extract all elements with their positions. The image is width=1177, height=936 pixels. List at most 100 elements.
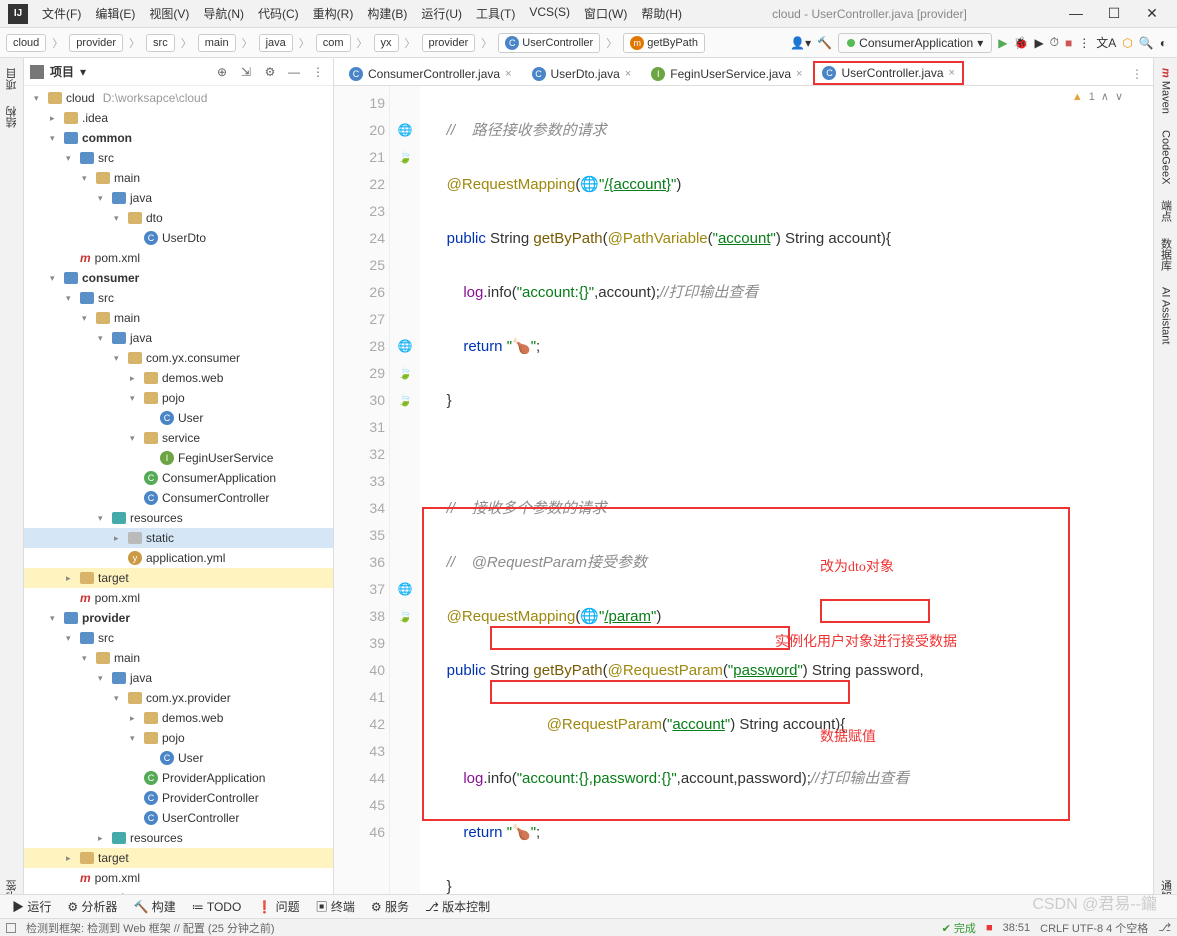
tree-node[interactable]: ▾src	[24, 148, 333, 168]
tree-node[interactable]: mpom.xml	[24, 868, 333, 888]
run-coverage-button[interactable]: ▶	[1034, 36, 1043, 50]
tree-node[interactable]: ▸target	[24, 568, 333, 588]
tree-node[interactable]: ▾src	[24, 628, 333, 648]
tree-node[interactable]: ▾cloudD:\worksapce\cloud	[24, 88, 333, 108]
bottom-tool-button[interactable]: ≔ TODO	[186, 898, 248, 916]
more-icon[interactable]: ⋮	[1078, 36, 1090, 50]
bottom-tool-button[interactable]: ❗ 问题	[251, 896, 305, 917]
tree-node[interactable]: ▸resources	[24, 828, 333, 848]
tree-node[interactable]: ▾main	[24, 168, 333, 188]
bottom-tool-button[interactable]: ▶ 运行	[6, 896, 57, 917]
tree-node[interactable]: ▾common	[24, 128, 333, 148]
more-icon[interactable]: ⋮	[309, 63, 327, 81]
settings-icon[interactable]: ⚙	[261, 63, 279, 81]
code-viewport[interactable]: 1920212223242526272829303132333435363738…	[334, 86, 1153, 908]
tree-node[interactable]: CProviderController	[24, 788, 333, 808]
left-tab-structure[interactable]: 结构	[2, 100, 22, 134]
breadcrumb-item[interactable]: java	[259, 34, 293, 52]
tree-node[interactable]: ▾java	[24, 328, 333, 348]
tab-close-icon[interactable]: ×	[625, 68, 631, 80]
right-tab-maven[interactable]: m Maven	[1158, 62, 1174, 120]
next-problem-icon[interactable]: ∨	[1115, 90, 1123, 103]
prev-problem-icon[interactable]: ∧	[1101, 90, 1109, 103]
tree-node[interactable]: mpom.xml	[24, 588, 333, 608]
breadcrumb-item[interactable]: main	[198, 34, 236, 52]
editor-tab[interactable]: CConsumerController.java×	[340, 62, 521, 85]
tree-node[interactable]: ▾dto	[24, 208, 333, 228]
breadcrumb-item[interactable]: yx	[374, 34, 399, 52]
tree-node[interactable]: ▾java	[24, 188, 333, 208]
tree-node[interactable]: ▾resources	[24, 508, 333, 528]
expand-all-icon[interactable]: ⇲	[237, 63, 255, 81]
breadcrumb-item[interactable]: cloud	[6, 34, 46, 52]
profile-button[interactable]: ⏱	[1050, 35, 1059, 50]
bottom-tool-button[interactable]: 🔨 构建	[127, 896, 181, 917]
tree-node[interactable]: ▸static	[24, 528, 333, 548]
tree-node[interactable]: mpom.xml	[24, 248, 333, 268]
right-tab-codegeex[interactable]: CodeGeeX	[1158, 124, 1174, 190]
menu-item[interactable]: 视图(V)	[143, 2, 195, 25]
tree-node[interactable]: ▾src	[24, 288, 333, 308]
breadcrumb-item[interactable]: src	[146, 34, 175, 52]
menu-item[interactable]: 运行(U)	[415, 2, 468, 25]
editor-problems-indicator[interactable]: ▲ 1 ∧ ∨	[1072, 90, 1123, 103]
breadcrumb-item[interactable]: provider	[422, 34, 476, 52]
tab-close-icon[interactable]: ×	[949, 67, 955, 79]
run-config-selector[interactable]: ConsumerApplication ▾	[838, 33, 992, 53]
close-button[interactable]: ✕	[1137, 5, 1167, 22]
right-tab-endpoints[interactable]: 端点	[1156, 194, 1176, 228]
tree-node[interactable]: CUserDto	[24, 228, 333, 248]
tree-node[interactable]: CConsumerApplication	[24, 468, 333, 488]
tree-node[interactable]: ▾com.yx.consumer	[24, 348, 333, 368]
tree-node[interactable]: ▸demos.web	[24, 368, 333, 388]
user-icon[interactable]: 👤▾	[790, 36, 811, 50]
code-content[interactable]: // 路径接收参数的请求 @RequestMapping(🌐"/{account…	[420, 86, 1153, 908]
menu-item[interactable]: 编辑(E)	[89, 2, 141, 25]
tree-node[interactable]: CUserController	[24, 808, 333, 828]
menu-item[interactable]: VCS(S)	[523, 2, 576, 25]
status-branch-icon[interactable]: ⎇	[1158, 921, 1171, 934]
tree-node[interactable]: ▾provider	[24, 608, 333, 628]
menu-item[interactable]: 导航(N)	[197, 2, 250, 25]
tree-node[interactable]: yapplication.yml	[24, 548, 333, 568]
tree-node[interactable]: ▸.idea	[24, 108, 333, 128]
menu-item[interactable]: 重构(R)	[307, 2, 360, 25]
right-tab-ai[interactable]: AI Assistant	[1158, 281, 1174, 350]
menu-item[interactable]: 代码(C)	[252, 2, 305, 25]
chevron-down-icon[interactable]: ▾	[80, 65, 86, 79]
menu-item[interactable]: 窗口(W)	[578, 2, 633, 25]
bottom-tool-button[interactable]: ⚙ 服务	[365, 896, 415, 917]
bottom-tool-button[interactable]: ▣ 终端	[310, 896, 361, 917]
tab-close-icon[interactable]: ×	[505, 68, 511, 80]
tree-node[interactable]: CProviderApplication	[24, 768, 333, 788]
tree-node[interactable]: CUser	[24, 748, 333, 768]
editor-tab[interactable]: CUserDto.java×	[523, 62, 641, 85]
breadcrumb-item[interactable]: com	[316, 34, 351, 52]
editor-tab[interactable]: CUserController.java×	[813, 61, 963, 85]
tree-node[interactable]: ▾main	[24, 648, 333, 668]
menu-item[interactable]: 帮助(H)	[635, 2, 688, 25]
plugin-icon[interactable]: ⬡	[1122, 36, 1132, 50]
avatar-icon[interactable]: ◐	[1160, 36, 1167, 50]
menu-item[interactable]: 构建(B)	[361, 2, 413, 25]
tree-node[interactable]: ▸demos.web	[24, 708, 333, 728]
tree-node[interactable]: ▾consumer	[24, 268, 333, 288]
editor-tab[interactable]: IFeginUserService.java×	[642, 62, 811, 85]
build-icon[interactable]: 🔨	[817, 36, 832, 50]
search-icon[interactable]: 🔍	[1139, 36, 1154, 50]
run-button[interactable]: ▶	[998, 36, 1007, 50]
right-tab-database[interactable]: 数据库	[1156, 232, 1176, 277]
status-toggle-icon[interactable]	[6, 923, 16, 933]
tab-close-icon[interactable]: ×	[796, 68, 802, 80]
select-opened-file-icon[interactable]: ⊕	[213, 63, 231, 81]
hide-panel-icon[interactable]: —	[285, 63, 303, 81]
tree-node[interactable]: IFeginUserService	[24, 448, 333, 468]
breadcrumb-item[interactable]: CUserController	[498, 33, 600, 53]
tree-node[interactable]: ▾java	[24, 668, 333, 688]
tree-node[interactable]: ▾service	[24, 428, 333, 448]
debug-button[interactable]: 🐞	[1013, 36, 1028, 50]
tree-node[interactable]: ▾main	[24, 308, 333, 328]
tree-node[interactable]: ▸target	[24, 848, 333, 868]
tree-node[interactable]: ▾com.yx.provider	[24, 688, 333, 708]
tabs-menu-icon[interactable]: ⋮	[1121, 63, 1153, 85]
